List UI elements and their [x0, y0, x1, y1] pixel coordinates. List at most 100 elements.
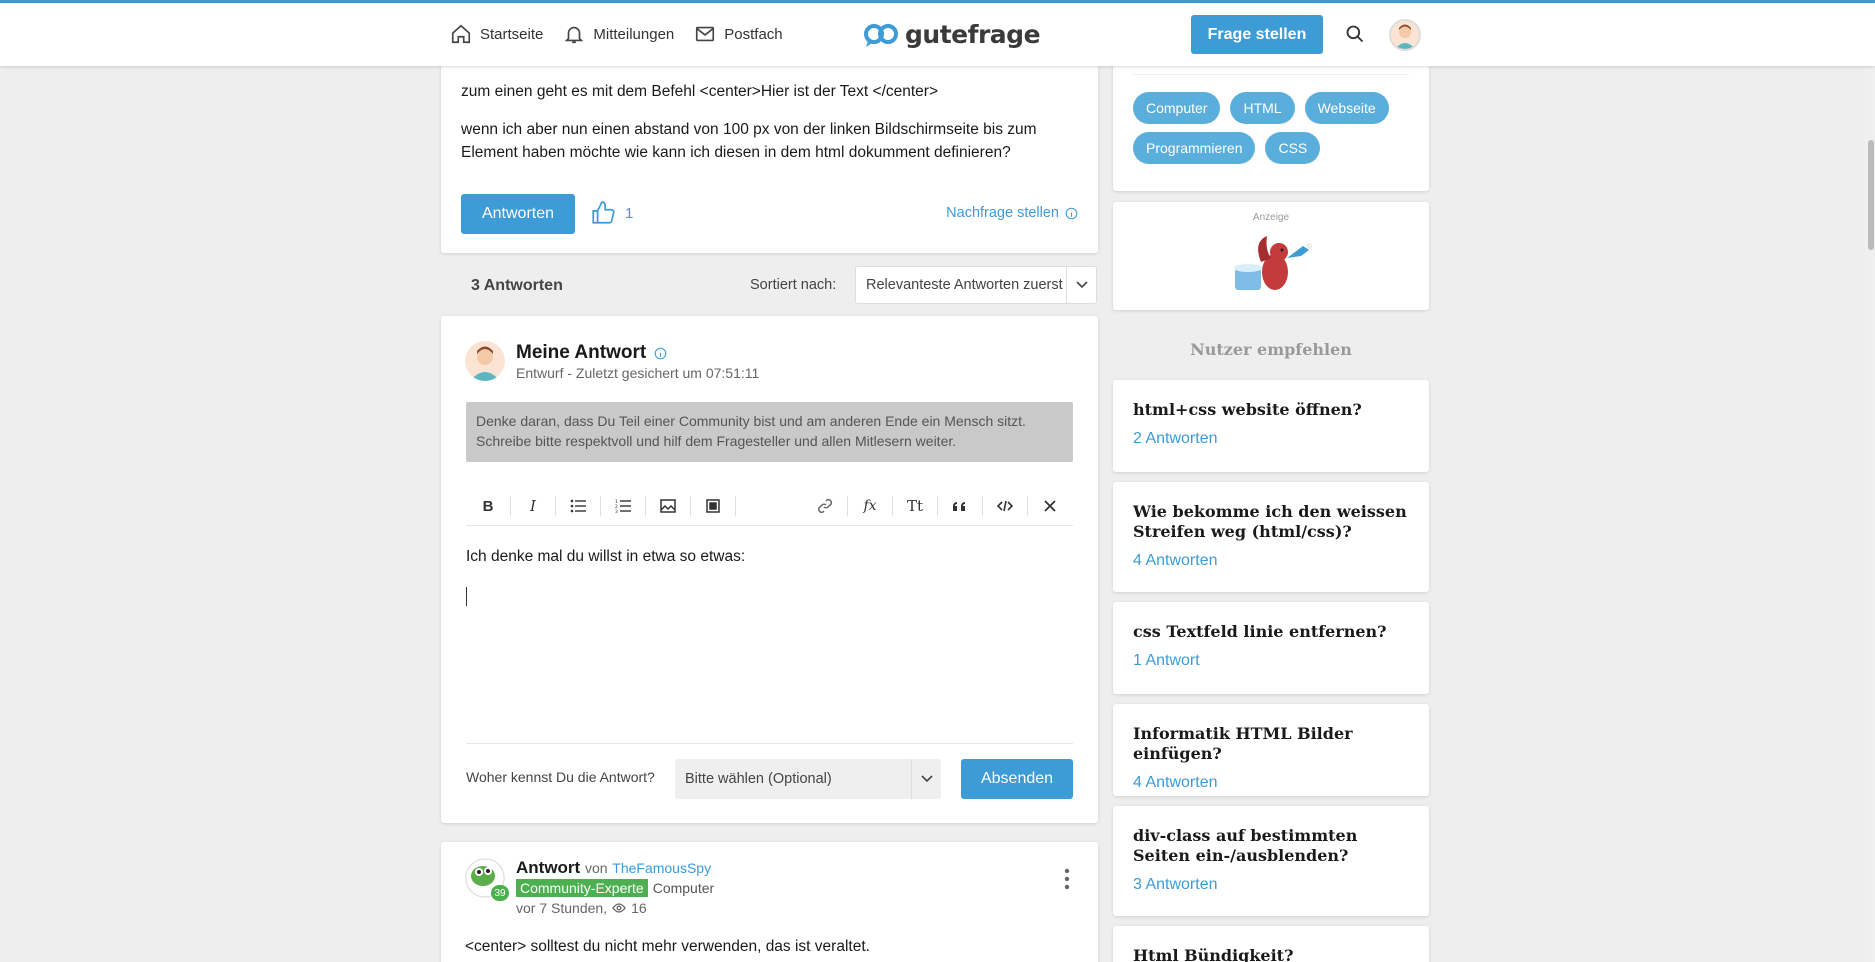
answer-views: 16 [631, 900, 647, 916]
sort-value: Relevanteste Antworten zuerst [866, 277, 1063, 293]
followup-label: Nachfrage stellen [946, 205, 1059, 221]
image-icon[interactable] [654, 492, 682, 520]
toolbar-divider [937, 496, 938, 516]
community-notice: Denke daran, dass Du Teil einer Communit… [466, 402, 1073, 462]
answer-time: vor 7 Stunden, [516, 900, 608, 916]
like-button[interactable]: 1 [589, 200, 633, 226]
toolbar-divider [982, 496, 983, 516]
answer-text: <center> solltest du nicht mehr verwende… [465, 938, 870, 955]
expert-topic[interactable]: Computer [653, 880, 714, 896]
related-question-answers[interactable]: 4 Antworten [1133, 774, 1409, 792]
sort-label: Sortiert nach: [750, 277, 837, 293]
notice-line: Schreibe bitte respektvoll und hilf dem … [476, 433, 957, 449]
answer-username[interactable]: TheFamousSpy [612, 860, 711, 876]
user-avatar[interactable] [1389, 19, 1421, 51]
related-question-title[interactable]: html+css website öffnen? [1133, 400, 1409, 420]
related-question-title[interactable]: div-class auf bestimmten Seiten ein-/aus… [1133, 826, 1409, 866]
related-question-answers[interactable]: 3 Antworten [1133, 876, 1409, 894]
link-icon[interactable] [811, 492, 839, 520]
question-card: zum einen geht es mit dem Befehl <center… [441, 40, 1098, 253]
sort-select[interactable]: Relevanteste Antworten zuerst [855, 266, 1097, 304]
answer-button[interactable]: Antworten [461, 194, 575, 234]
formula-icon[interactable]: fx [856, 492, 884, 520]
info-icon[interactable] [654, 347, 667, 360]
code-icon[interactable] [991, 492, 1019, 520]
source-select[interactable]: Bitte wählen (Optional) [675, 759, 941, 799]
nav-notifications[interactable]: Mitteilungen [563, 23, 674, 45]
toolbar-divider [510, 496, 511, 516]
nav-notifications-label: Mitteilungen [593, 25, 675, 43]
search-icon[interactable] [1345, 24, 1365, 49]
site-logo[interactable]: gutefrage [863, 19, 1041, 49]
related-question-answers[interactable]: 1 Antwort [1133, 652, 1409, 670]
scrollbar-thumb[interactable] [1868, 140, 1874, 250]
notice-line: Denke daran, dass Du Teil einer Communit… [476, 413, 1026, 429]
toolbar-divider [892, 496, 893, 516]
toolbar-divider [645, 496, 646, 516]
related-question-answers[interactable]: 4 Antworten [1133, 552, 1409, 570]
question-text-line: zum einen geht es mit dem Befehl <center… [461, 83, 939, 100]
answer-header: Antwort von TheFamousSpy [516, 858, 711, 878]
related-question[interactable]: Html Bündigkeit? [1113, 926, 1429, 962]
tag-webseite[interactable]: Webseite [1304, 92, 1389, 124]
video-icon[interactable] [699, 492, 727, 520]
thumbs-up-icon [592, 201, 615, 224]
scrollbar[interactable] [1865, 66, 1875, 962]
close-icon[interactable] [1036, 492, 1064, 520]
bold-icon[interactable]: B [474, 492, 502, 520]
expert-row: Community-Experte Computer [516, 879, 714, 897]
related-question[interactable]: html+css website öffnen? 2 Antworten [1113, 380, 1429, 472]
tag-programmieren[interactable]: Programmieren [1133, 132, 1256, 164]
related-question[interactable]: Informatik HTML Bilder einfügen? 4 Antwo… [1113, 704, 1429, 796]
home-icon [451, 24, 471, 44]
question-text-line: Element haben möchte wie kann ich diesen… [461, 144, 1011, 161]
related-question[interactable]: div-class auf bestimmten Seiten ein-/aus… [1113, 806, 1429, 916]
source-label: Woher kennst Du die Antwort? [466, 769, 655, 785]
chevron-down-icon [911, 759, 941, 799]
avatar [465, 341, 505, 381]
text-caret [466, 587, 467, 606]
submit-button[interactable]: Absenden [961, 759, 1073, 799]
followup-link[interactable]: Nachfrage stellen [946, 205, 1078, 221]
draft-status: Entwurf - Zuletzt gesichert um 07:51:11 [516, 365, 760, 381]
svg-text:3: 3 [615, 509, 618, 513]
chevron-down-icon [1066, 267, 1096, 303]
answer-title: Antwort [516, 858, 581, 877]
ask-question-button[interactable]: Frage stellen [1191, 15, 1323, 54]
answer-by: von [584, 860, 608, 876]
nav-home[interactable]: Startseite [450, 23, 543, 45]
numbered-list-icon[interactable]: 123 [609, 492, 637, 520]
quote-icon[interactable] [946, 492, 974, 520]
site-header: Startseite Mitteilungen Postfach gutefra… [0, 3, 1875, 66]
tag-css[interactable]: CSS [1265, 132, 1321, 164]
editor-content[interactable]: Ich denke mal du willst in etwa so etwas… [466, 548, 745, 566]
related-question[interactable]: Wie bekomme ich den weissen Streifen weg… [1113, 482, 1429, 592]
related-question-title[interactable]: css Textfeld linie entfernen? [1133, 622, 1409, 642]
more-options-icon[interactable] [1064, 868, 1070, 895]
tags-divider [1133, 74, 1409, 75]
related-question-title[interactable]: Informatik HTML Bilder einfügen? [1133, 724, 1409, 764]
toolbar-divider [847, 496, 848, 516]
italic-icon[interactable]: I [519, 492, 547, 520]
answer-meta: vor 7 Stunden, 16 [516, 900, 647, 916]
ad-mascot-image[interactable] [1231, 232, 1315, 298]
related-question[interactable]: css Textfeld linie entfernen? 1 Antwort [1113, 602, 1429, 694]
mail-icon [696, 26, 715, 42]
related-question-title[interactable]: Wie bekomme ich den weissen Streifen weg… [1133, 502, 1409, 542]
related-question-answers[interactable]: 2 Antworten [1133, 430, 1409, 448]
level-badge: 39 [491, 885, 509, 901]
eye-icon [612, 903, 626, 913]
bullet-list-icon[interactable] [564, 492, 592, 520]
answer-card: 39 Antwort von TheFamousSpy Community-Ex… [441, 842, 1098, 962]
text-size-icon[interactable]: Tt [901, 492, 929, 520]
question-text-line: wenn ich aber nun einen abstand von 100 … [461, 121, 1037, 138]
logo-text: gutefrage [905, 19, 1041, 49]
related-question-title[interactable]: Html Bündigkeit? [1133, 946, 1409, 962]
ad-card: Anzeige [1113, 202, 1429, 310]
tag-computer[interactable]: Computer [1133, 92, 1221, 124]
bell-icon [565, 26, 584, 44]
editor-toolbar: B I 123 fx Tt [466, 488, 1073, 526]
tag-html[interactable]: HTML [1230, 92, 1295, 124]
toolbar-divider [555, 496, 556, 516]
nav-inbox[interactable]: Postfach [694, 23, 783, 45]
